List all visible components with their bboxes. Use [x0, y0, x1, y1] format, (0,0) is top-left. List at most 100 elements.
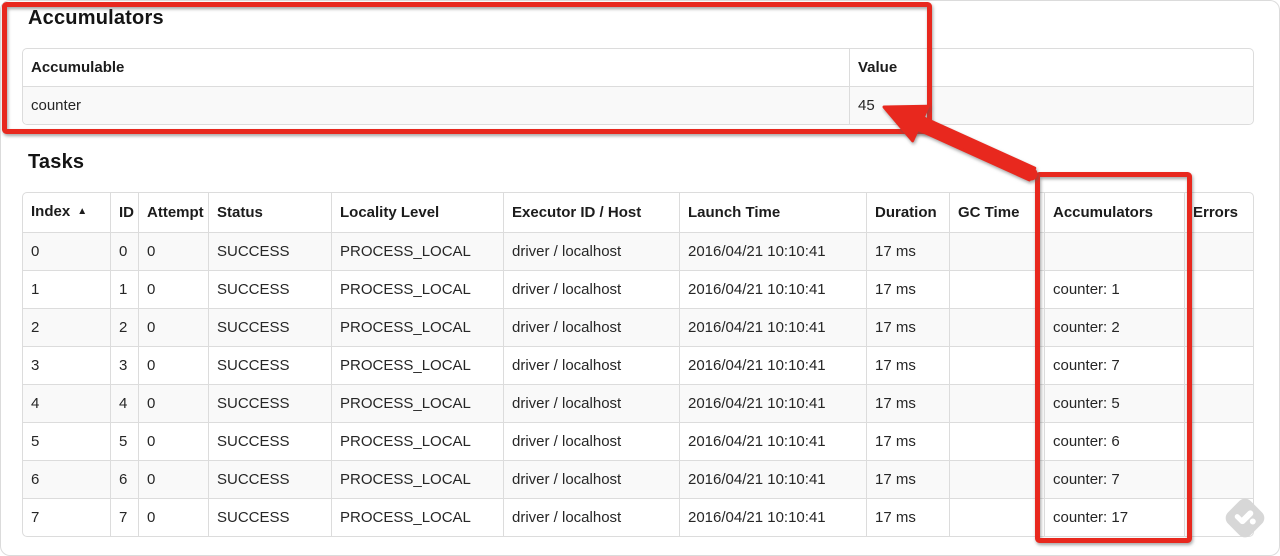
column-header-duration[interactable]: Duration — [866, 193, 949, 232]
table-cell: 4 — [23, 384, 110, 422]
accumulators-section-heading: Accumulators — [28, 7, 164, 29]
table-row: 3 3 0 SUCCESS PROCESS_LOCAL driver / localhos… — [23, 346, 1253, 384]
table-cell: 4 — [110, 384, 138, 422]
column-header-gc-time[interactable]: GC Time — [949, 193, 1044, 232]
table-cell — [949, 232, 1044, 270]
watermark-icon — [1225, 498, 1265, 538]
table-row: 2 2 0 SUCCESS PROCESS_LOCAL driver / localhos… — [23, 308, 1253, 346]
table-cell: 17 ms — [866, 308, 949, 346]
table-cell: SUCCESS — [208, 308, 331, 346]
column-header-accumulable[interactable]: Accumulable — [23, 49, 849, 86]
tasks-table: Index ▲ ID Attempt Status Locality Level … — [22, 192, 1254, 537]
table-cell: driver / localhost — [503, 308, 679, 346]
table-cell: driver / localhost — [503, 232, 679, 270]
table-cell: 1 — [23, 270, 110, 308]
table-cell — [1044, 232, 1184, 270]
table-cell: 2016/04/21 10:10:41 — [679, 498, 866, 536]
accumulators-table-header-row: Accumulable Value — [23, 49, 1253, 86]
table-cell: 45 — [849, 86, 1253, 124]
table-cell: counter: 5 — [1044, 384, 1184, 422]
table-cell: driver / localhost — [503, 422, 679, 460]
table-cell: 2016/04/21 10:10:41 — [679, 232, 866, 270]
table-cell: 0 — [138, 498, 208, 536]
table-cell: 2016/04/21 10:10:41 — [679, 384, 866, 422]
table-cell: PROCESS_LOCAL — [331, 232, 503, 270]
column-header-locality[interactable]: Locality Level — [331, 193, 503, 232]
table-cell: 7 — [110, 498, 138, 536]
table-cell: 5 — [110, 422, 138, 460]
table-cell: 0 — [138, 384, 208, 422]
table-cell: counter: 17 — [1044, 498, 1184, 536]
table-cell — [1184, 308, 1253, 346]
table-cell: SUCCESS — [208, 384, 331, 422]
table-cell: PROCESS_LOCAL — [331, 270, 503, 308]
table-cell — [949, 346, 1044, 384]
table-row: 1 1 0 SUCCESS PROCESS_LOCAL driver / localhos… — [23, 270, 1253, 308]
table-cell: 2016/04/21 10:10:41 — [679, 422, 866, 460]
table-cell: PROCESS_LOCAL — [331, 346, 503, 384]
column-header-errors[interactable]: Errors — [1184, 193, 1253, 232]
table-cell — [949, 422, 1044, 460]
table-cell: PROCESS_LOCAL — [331, 498, 503, 536]
table-cell: 7 — [23, 498, 110, 536]
table-cell: 0 — [138, 308, 208, 346]
table-cell: counter — [23, 86, 849, 124]
table-cell: 0 — [138, 422, 208, 460]
table-row: 7 7 0 SUCCESS PROCESS_LOCAL driver / localhos… — [23, 498, 1253, 536]
table-cell: 17 ms — [866, 460, 949, 498]
table-cell: 2016/04/21 10:10:41 — [679, 270, 866, 308]
table-cell: 0 — [138, 460, 208, 498]
spark-ui-stage-page: Accumulators Accumulable Value counter 45… — [0, 0, 1280, 556]
table-row: 5 5 0 SUCCESS PROCESS_LOCAL driver / localhos… — [23, 422, 1253, 460]
table-cell: counter: 7 — [1044, 346, 1184, 384]
column-header-accumulators[interactable]: Accumulators — [1044, 193, 1184, 232]
table-row: counter 45 — [23, 86, 1253, 124]
table-cell: SUCCESS — [208, 346, 331, 384]
table-cell — [949, 498, 1044, 536]
column-header-id[interactable]: ID — [110, 193, 138, 232]
column-header-executor[interactable]: Executor ID / Host — [503, 193, 679, 232]
table-cell: 6 — [23, 460, 110, 498]
table-cell: 0 — [138, 346, 208, 384]
table-cell — [1184, 232, 1253, 270]
tasks-table-header-row: Index ▲ ID Attempt Status Locality Level … — [23, 193, 1253, 232]
table-cell: driver / localhost — [503, 270, 679, 308]
tasks-section-heading: Tasks — [28, 151, 85, 173]
table-cell: counter: 7 — [1044, 460, 1184, 498]
table-cell: counter: 1 — [1044, 270, 1184, 308]
table-cell — [1184, 422, 1253, 460]
table-cell: driver / localhost — [503, 460, 679, 498]
table-cell: 2 — [23, 308, 110, 346]
column-header-launch-time[interactable]: Launch Time — [679, 193, 866, 232]
table-cell — [1184, 346, 1253, 384]
column-header-attempt[interactable]: Attempt — [138, 193, 208, 232]
annotation-arrow-tail — [1024, 167, 1038, 181]
table-cell: 17 ms — [866, 498, 949, 536]
table-cell: 17 ms — [866, 232, 949, 270]
table-cell: driver / localhost — [503, 384, 679, 422]
table-cell: counter: 2 — [1044, 308, 1184, 346]
table-cell: SUCCESS — [208, 460, 331, 498]
table-cell: SUCCESS — [208, 232, 331, 270]
table-cell: 0 — [110, 232, 138, 270]
table-cell: 2016/04/21 10:10:41 — [679, 346, 866, 384]
table-row: 4 4 0 SUCCESS PROCESS_LOCAL driver / localhos… — [23, 384, 1253, 422]
table-cell: driver / localhost — [503, 498, 679, 536]
table-cell: 17 ms — [866, 346, 949, 384]
table-cell: SUCCESS — [208, 422, 331, 460]
table-cell: 1 — [110, 270, 138, 308]
column-header-index[interactable]: Index ▲ — [23, 193, 110, 232]
table-cell: SUCCESS — [208, 498, 331, 536]
table-cell: 3 — [23, 346, 110, 384]
table-cell: 0 — [23, 232, 110, 270]
column-header-status[interactable]: Status — [208, 193, 331, 232]
table-cell: PROCESS_LOCAL — [331, 460, 503, 498]
table-cell: 3 — [110, 346, 138, 384]
column-header-value[interactable]: Value — [849, 49, 1253, 86]
table-row: 6 6 0 SUCCESS PROCESS_LOCAL driver / localhos… — [23, 460, 1253, 498]
table-cell: 17 ms — [866, 384, 949, 422]
column-header-index-label: Index — [31, 203, 71, 220]
table-cell: 2016/04/21 10:10:41 — [679, 308, 866, 346]
table-cell: 0 — [138, 270, 208, 308]
accumulators-table: Accumulable Value counter 45 — [22, 48, 1254, 125]
